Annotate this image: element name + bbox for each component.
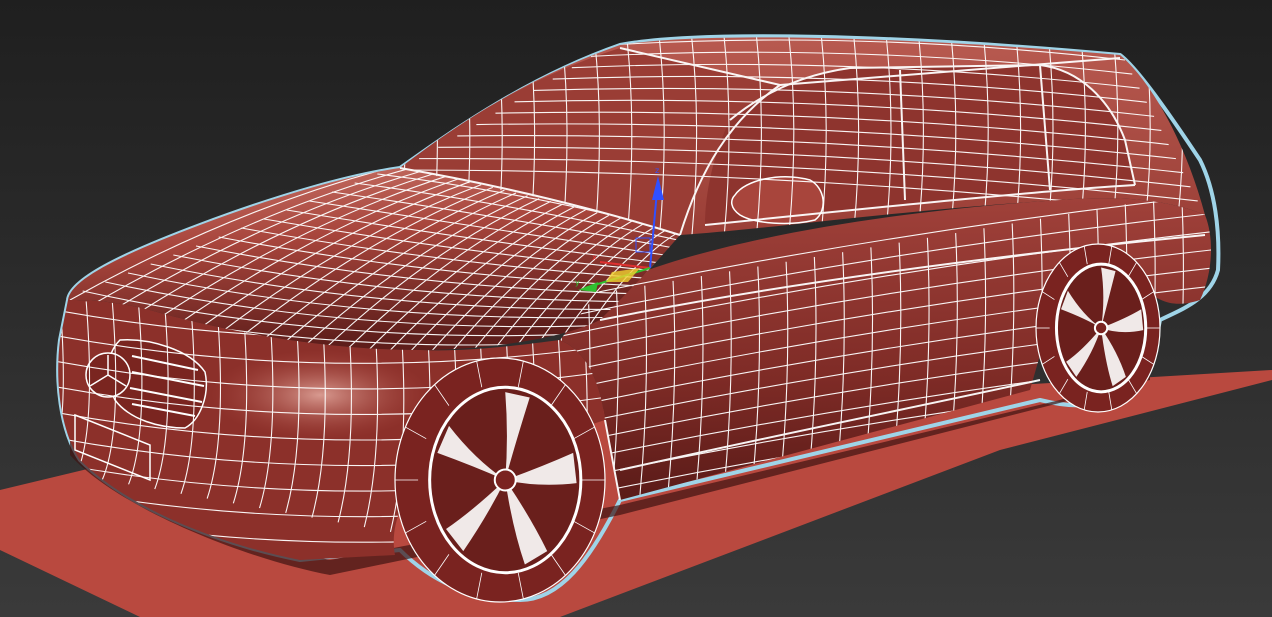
3d-viewport[interactable]: z x y <box>0 0 1272 617</box>
rear-wheel[interactable] <box>1035 243 1161 413</box>
gizmo-label-z: z <box>655 166 659 175</box>
front-wheel[interactable] <box>394 357 606 603</box>
gizmo-label-y: y <box>575 278 580 287</box>
wheel-hub <box>493 468 517 492</box>
wheel-hub <box>1093 320 1109 336</box>
gizmo-label-x: x <box>592 253 597 262</box>
scene-canvas[interactable]: z x y <box>0 0 1272 617</box>
